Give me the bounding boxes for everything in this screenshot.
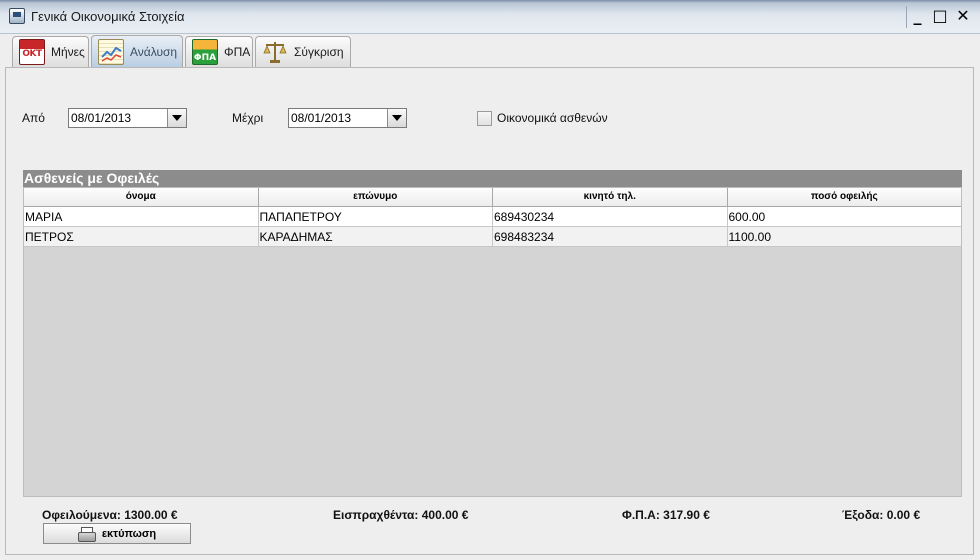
to-date-value: 08/01/2013 xyxy=(291,111,352,125)
print-button-label: εκτύπωση xyxy=(101,527,157,540)
tab-label: ΦΠΑ xyxy=(224,45,251,59)
minimize-button[interactable]: _ xyxy=(906,6,928,28)
cell-last-name: ΠΑΠΑΠΕΤΡΟΥ xyxy=(259,207,493,226)
calendar-icon: ΟΚΤ xyxy=(19,39,45,65)
from-date-combo[interactable]: 08/01/2013 xyxy=(68,108,187,128)
cell-first-name: ΜΑΡΙΑ xyxy=(24,207,259,226)
tab-analysis[interactable]: Ανάλυση xyxy=(91,35,183,68)
column-header-last-name[interactable]: επώνυμο xyxy=(258,188,493,207)
chevron-down-icon[interactable] xyxy=(387,109,406,127)
column-header-amount-owed[interactable]: ποσό οφειλής xyxy=(727,188,961,207)
total-vat: Φ.Π.Α: 317.90 € xyxy=(622,508,710,522)
cell-mobile: 689430234 xyxy=(493,207,728,226)
to-label: Μέχρι xyxy=(232,111,264,125)
tab-strip: ΟΚΤ Μήνες Ανάλυση ΦΠΑ ΦΠΑ Σύγκριση xyxy=(0,34,980,68)
vat-icon: ΦΠΑ xyxy=(192,39,218,65)
patient-finances-label: Οικονομικά ασθενών xyxy=(497,111,608,125)
cell-first-name: ΠΕΤΡΟΣ xyxy=(24,227,259,246)
cell-amount-owed: 600.00 xyxy=(728,210,766,224)
title-bar: Γενικά Οικονομικά Στοιχεία _ □ ✕ xyxy=(0,0,980,34)
total-collected: Εισπραχθέντα: 400.00 € xyxy=(333,508,469,522)
tab-label: Σύγκριση xyxy=(294,45,344,59)
column-header-first-name[interactable]: όνομα xyxy=(24,188,259,207)
patient-finances-checkbox[interactable] xyxy=(477,111,492,126)
total-expenses: Έξοδα: 0.00 € xyxy=(842,508,921,522)
from-label: Από xyxy=(22,111,45,125)
tab-label: Ανάλυση xyxy=(130,45,178,59)
table-header: όνομα επώνυμο κινητό τηλ. ποσό οφειλής xyxy=(24,188,961,207)
section-title: Ασθενείς με Οφειλές xyxy=(23,170,962,187)
scale-icon xyxy=(262,39,288,65)
maximize-button[interactable]: □ xyxy=(929,6,951,28)
chart-icon xyxy=(98,39,124,65)
from-date-value: 08/01/2013 xyxy=(71,111,132,125)
app-icon xyxy=(9,8,25,24)
cell-last-name: ΚΑΡΑΔΗΜΑΣ xyxy=(259,227,493,246)
tab-comparison[interactable]: Σύγκριση xyxy=(255,36,351,67)
table-row[interactable]: ΠΕΤΡΟΣ ΚΑΡΑΔΗΜΑΣ 698483234 1100.00 xyxy=(24,227,961,247)
chevron-down-icon[interactable] xyxy=(167,109,186,127)
cell-amount-owed: 1100.00 xyxy=(728,230,772,244)
debtors-table: όνομα επώνυμο κινητό τηλ. ποσό οφειλής Μ… xyxy=(23,187,962,497)
tab-label: Μήνες xyxy=(51,45,85,59)
tab-months[interactable]: ΟΚΤ Μήνες xyxy=(12,36,89,67)
print-button[interactable]: εκτύπωση xyxy=(43,523,191,544)
analysis-panel: Από 08/01/2013 Μέχρι 08/01/2013 Οικονομι… xyxy=(5,67,974,555)
close-button[interactable]: ✕ xyxy=(952,6,974,28)
total-owed: Οφειλούμενα: 1300.00 € xyxy=(42,508,178,522)
tab-vat[interactable]: ΦΠΑ ΦΠΑ xyxy=(185,36,253,67)
window-title: Γενικά Οικονομικά Στοιχεία xyxy=(31,9,185,24)
column-header-mobile[interactable]: κινητό τηλ. xyxy=(493,188,728,207)
to-date-combo[interactable]: 08/01/2013 xyxy=(288,108,407,128)
cell-mobile: 698483234 xyxy=(493,227,728,246)
printer-icon xyxy=(77,526,96,542)
table-row[interactable]: ΜΑΡΙΑ ΠΑΠΑΠΕΤΡΟΥ 689430234 600.00 xyxy=(24,207,961,227)
